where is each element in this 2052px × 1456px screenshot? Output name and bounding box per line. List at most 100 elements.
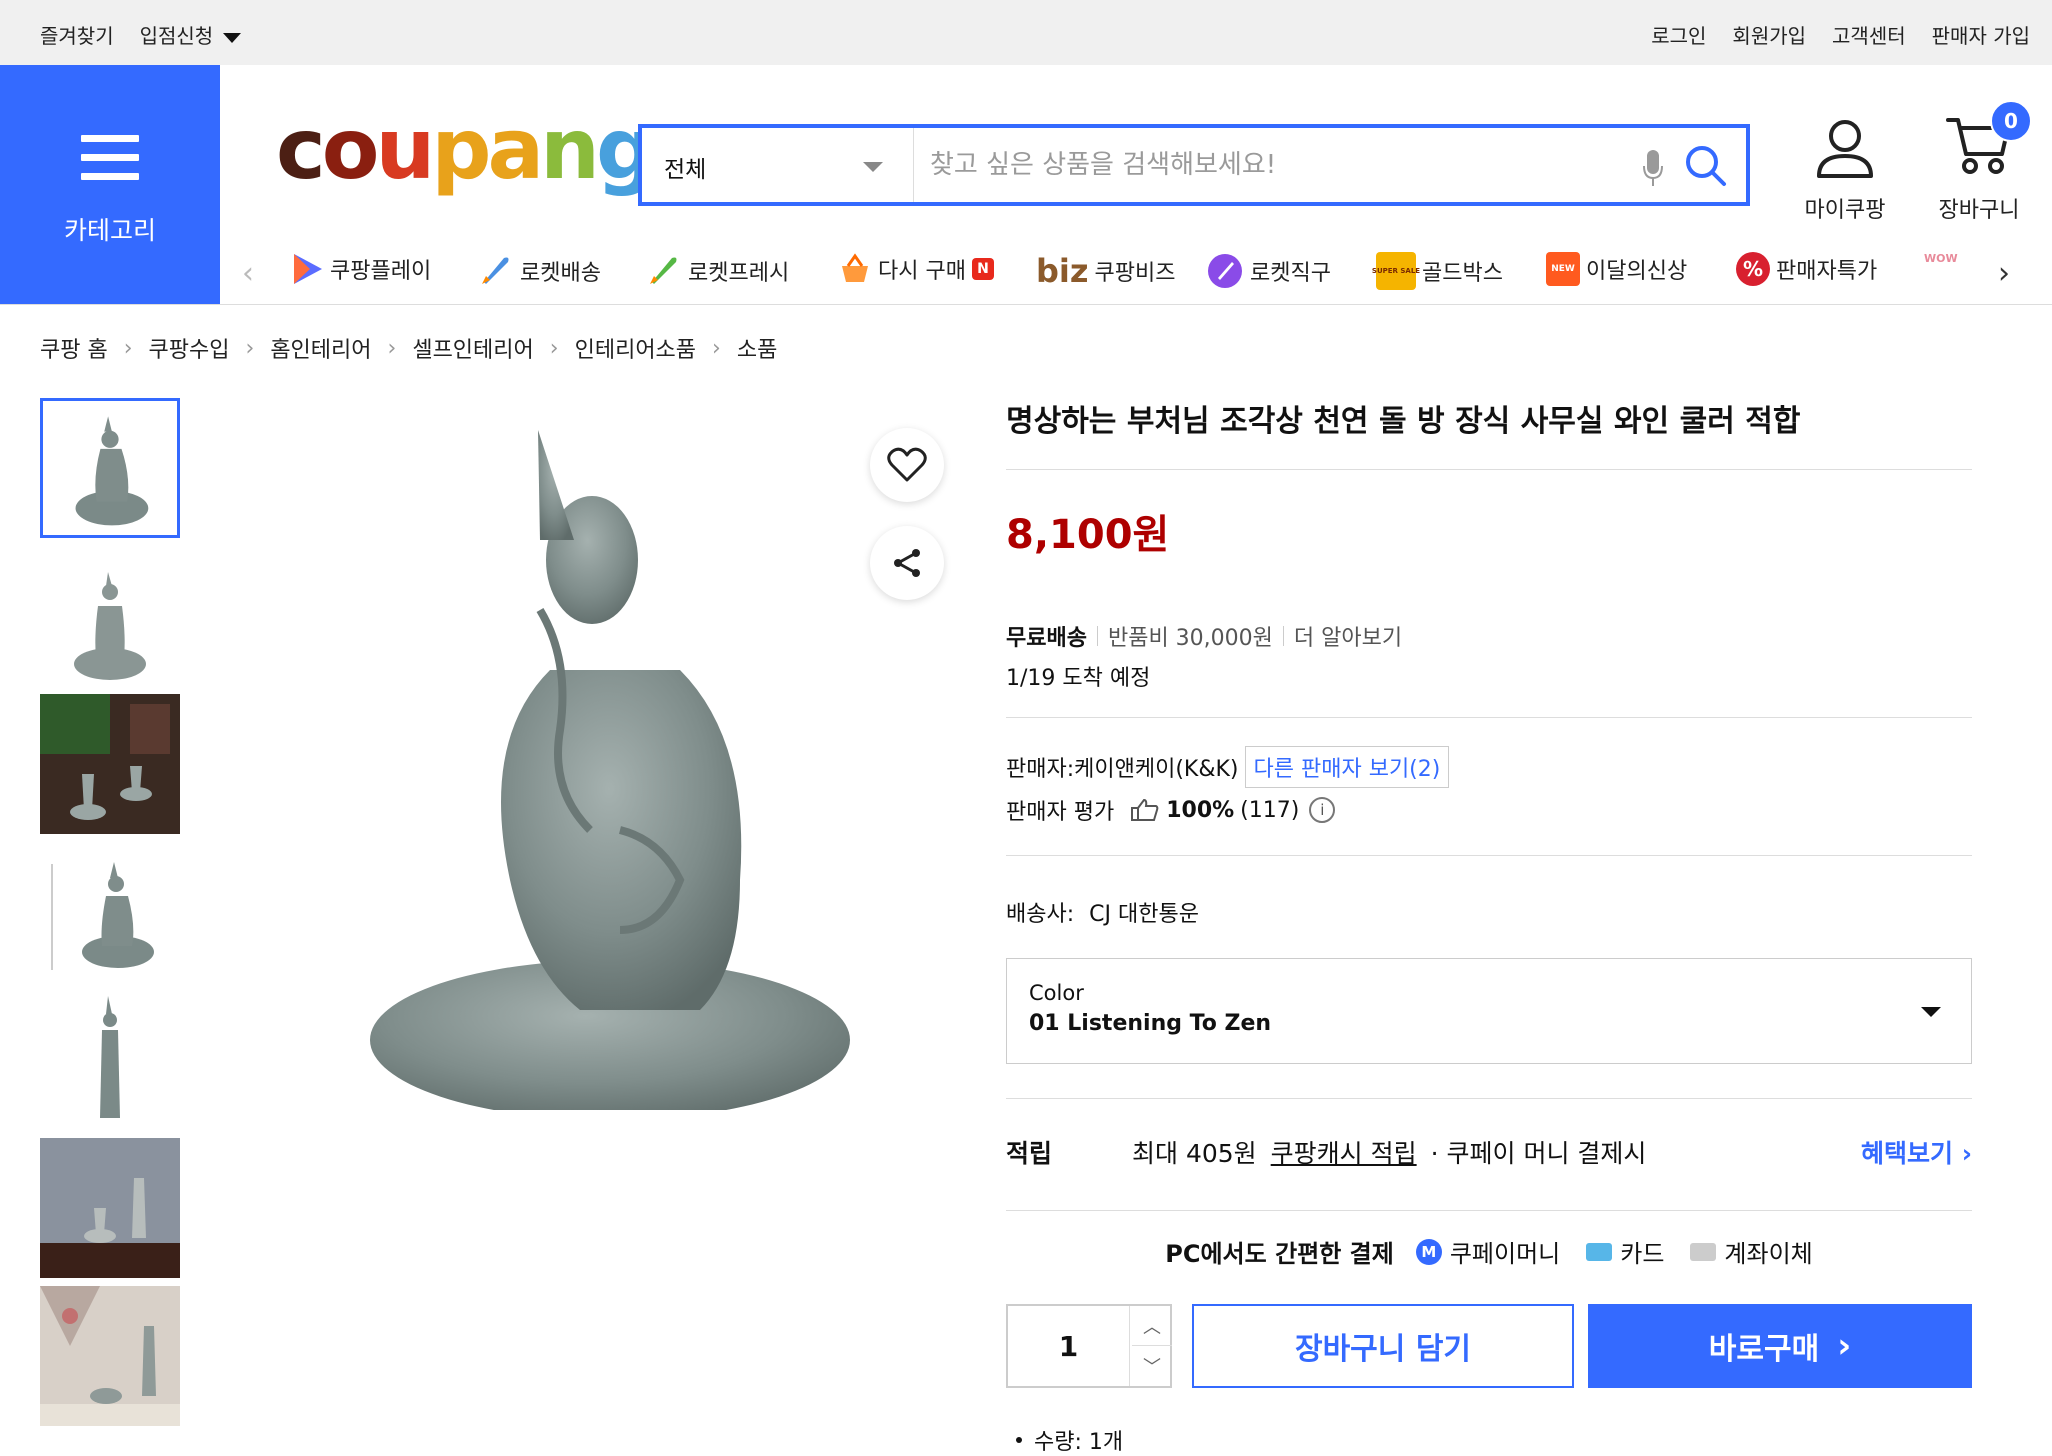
shortcut-coupang-play[interactable]: 쿠팡플레이 bbox=[290, 252, 431, 286]
divider bbox=[1282, 626, 1284, 646]
chevron-right-icon: › bbox=[1837, 1326, 1852, 1366]
breadcrumb: 쿠팡 홈 › 쿠팡수입 › 홈인테리어 › 셀프인테리어 › 인테리어소품 › 소품 bbox=[40, 332, 777, 364]
chevron-right-icon: › bbox=[245, 335, 255, 361]
chevron-down-icon[interactable]: ﹀ bbox=[1132, 1346, 1172, 1386]
search-bar: 전체 bbox=[638, 124, 1750, 206]
coupang-play-icon bbox=[294, 254, 322, 284]
percent-icon: % bbox=[1736, 252, 1770, 286]
top-utility-bar: 즐겨찾기 입점신청 로그인 회원가입 고객센터 판매자 가입 bbox=[0, 0, 2052, 65]
thumbnail-2[interactable] bbox=[40, 546, 180, 686]
login-link[interactable]: 로그인 bbox=[1651, 20, 1706, 49]
biz-logo: biz bbox=[1036, 252, 1089, 290]
shortcut-rocket-delivery[interactable]: 로켓배송 bbox=[476, 252, 601, 290]
chevron-down-icon bbox=[863, 162, 883, 172]
breadcrumb-item[interactable]: 인테리어소품 bbox=[575, 332, 696, 364]
quantity-note: 수량: 1개 bbox=[1016, 1424, 1123, 1456]
payment-title: PC에서도 간편한 결제 bbox=[1165, 1240, 1394, 1268]
signup-link[interactable]: 회원가입 bbox=[1732, 20, 1806, 49]
pay-money-label: 쿠페이머니 bbox=[1449, 1240, 1561, 1268]
product-price: 8,100원 bbox=[1006, 512, 1170, 558]
divider bbox=[1006, 717, 1972, 718]
seller-signup-link[interactable]: 판매자 가입 bbox=[1932, 20, 2030, 49]
breadcrumb-item[interactable]: 쿠팡 홈 bbox=[40, 332, 108, 364]
thumbnail-7[interactable] bbox=[40, 1286, 180, 1426]
cart-button[interactable]: 0 장바구니 bbox=[1924, 100, 2034, 224]
shortcut-wow[interactable]: WOW bbox=[1924, 252, 1958, 265]
shortcut-rocket-fresh[interactable]: 로켓프레시 bbox=[644, 252, 789, 290]
chevron-up-icon[interactable]: ︿ bbox=[1132, 1306, 1172, 1346]
thumbnail-1[interactable] bbox=[40, 398, 180, 538]
payment-methods: PC에서도 간편한 결제 M 쿠페이머니 카드 계좌이체 bbox=[1006, 1234, 1972, 1269]
info-icon[interactable]: i bbox=[1309, 797, 1336, 823]
share-button[interactable] bbox=[870, 526, 944, 600]
product-title: 명상하는 부처님 조각상 천연 돌 방 장식 사무실 와인 쿨러 적합 bbox=[1006, 404, 1801, 439]
shortcut-goldbox[interactable]: SUPER SALE 골드박스 bbox=[1372, 252, 1503, 290]
breadcrumb-item[interactable]: 쿠팡수입 bbox=[149, 332, 230, 364]
thumbnail-4[interactable] bbox=[40, 842, 180, 982]
other-sellers-button[interactable]: 다른 판매자 보기(2) bbox=[1244, 746, 1450, 788]
thumbnail-6[interactable] bbox=[40, 1138, 180, 1278]
share-icon bbox=[894, 549, 920, 577]
shortcut-new-arrivals[interactable]: NEW 이달의신상 bbox=[1546, 252, 1687, 286]
search-icon[interactable] bbox=[1684, 144, 1728, 188]
buy-now-button[interactable]: 바로구매 › bbox=[1588, 1304, 1972, 1388]
store-apply-dropdown[interactable]: 입점신청 bbox=[140, 20, 242, 49]
favorites-link[interactable]: 즐겨찾기 bbox=[40, 20, 114, 49]
search-input[interactable] bbox=[930, 142, 1630, 188]
courier-info: 배송사: CJ 대한통운 bbox=[1006, 896, 1199, 928]
cart-label: 장바구니 bbox=[1938, 198, 2020, 223]
color-option-select[interactable]: Color 01 Listening To Zen bbox=[1006, 958, 1972, 1064]
shortcut-coupang-biz[interactable]: biz 쿠팡비즈 bbox=[1036, 252, 1175, 290]
chevron-right-icon: › bbox=[712, 335, 721, 361]
seller-rating: 판매자 평가 100% (117) i bbox=[1006, 794, 1336, 826]
learn-more-link[interactable]: 더 알아보기 bbox=[1294, 620, 1402, 652]
shortcut-rocket-direct[interactable]: 로켓직구 bbox=[1206, 252, 1331, 290]
goldbox-icon: SUPER SALE bbox=[1372, 252, 1420, 290]
courier-name: CJ 대한통운 bbox=[1089, 902, 1199, 927]
return-fee: 반품비 30,000원 bbox=[1107, 626, 1273, 651]
reward-condition: · 쿠페이 머니 결제시 bbox=[1430, 1139, 1647, 1168]
rocket-global-icon bbox=[1208, 254, 1242, 288]
shortcut-label: 이달의신상 bbox=[1586, 259, 1688, 284]
divider bbox=[1006, 1210, 1972, 1211]
quantity-input[interactable]: 1 bbox=[1008, 1306, 1130, 1386]
rocket-fresh-icon bbox=[650, 257, 677, 284]
pay-transfer-label: 계좌이체 bbox=[1724, 1240, 1813, 1268]
microphone-icon[interactable] bbox=[1642, 148, 1664, 188]
pay-card-label: 카드 bbox=[1620, 1240, 1665, 1268]
coupang-logo[interactable]: coupang bbox=[276, 107, 656, 191]
breadcrumb-item[interactable]: 소품 bbox=[737, 332, 777, 364]
basket-icon bbox=[842, 253, 868, 282]
customer-center-link[interactable]: 고객센터 bbox=[1832, 20, 1906, 49]
quantity-stepper: 1 ︿ ﹀ bbox=[1006, 1304, 1172, 1388]
shortcut-label: 판매자특가 bbox=[1776, 259, 1878, 284]
divider bbox=[1006, 469, 1972, 470]
shortcut-seller-deals[interactable]: % 판매자특가 bbox=[1736, 252, 1877, 286]
breadcrumb-item[interactable]: 홈인테리어 bbox=[270, 332, 371, 364]
bank-transfer-icon bbox=[1690, 1242, 1717, 1261]
shortcut-label: 다시 구매 bbox=[878, 259, 966, 284]
shipping-info: 무료배송 반품비 30,000원 더 알아보기 bbox=[1006, 620, 1402, 652]
breadcrumb-item[interactable]: 셀프인테리어 bbox=[412, 332, 533, 364]
thumbnail-list bbox=[40, 398, 180, 1434]
search-scope-select[interactable]: 전체 bbox=[642, 128, 914, 202]
chevron-right-icon: › bbox=[387, 335, 397, 361]
view-benefits-link[interactable]: 혜택보기 › bbox=[1861, 1134, 1972, 1170]
chevron-right-icon[interactable]: › bbox=[1998, 256, 2010, 291]
chevron-left-icon[interactable]: ‹ bbox=[242, 256, 254, 291]
shortcut-label: 로켓프레시 bbox=[688, 261, 790, 286]
thumbnail-5[interactable] bbox=[40, 990, 180, 1130]
coupang-cash-link[interactable]: 쿠팡캐시 적립 bbox=[1271, 1134, 1417, 1170]
wishlist-button[interactable] bbox=[870, 428, 944, 502]
category-menu-button[interactable]: 카테고리 bbox=[0, 65, 220, 304]
shortcut-rebuy[interactable]: 다시 구매 N bbox=[838, 252, 994, 286]
rocket-icon bbox=[482, 257, 509, 284]
shortcut-label: 로켓배송 bbox=[520, 261, 601, 286]
free-shipping-label: 무료배송 bbox=[1006, 626, 1087, 651]
shortcut-label: 쿠팡비즈 bbox=[1094, 261, 1176, 286]
quantity-note-text: 수량: 1개 bbox=[1034, 1430, 1124, 1455]
my-coupang-button[interactable]: 마이쿠팡 bbox=[1790, 118, 1900, 224]
thumbnail-3[interactable] bbox=[40, 694, 180, 834]
coupay-money-icon: M bbox=[1415, 1238, 1442, 1265]
add-to-cart-button[interactable]: 장바구니 담기 bbox=[1192, 1304, 1574, 1388]
